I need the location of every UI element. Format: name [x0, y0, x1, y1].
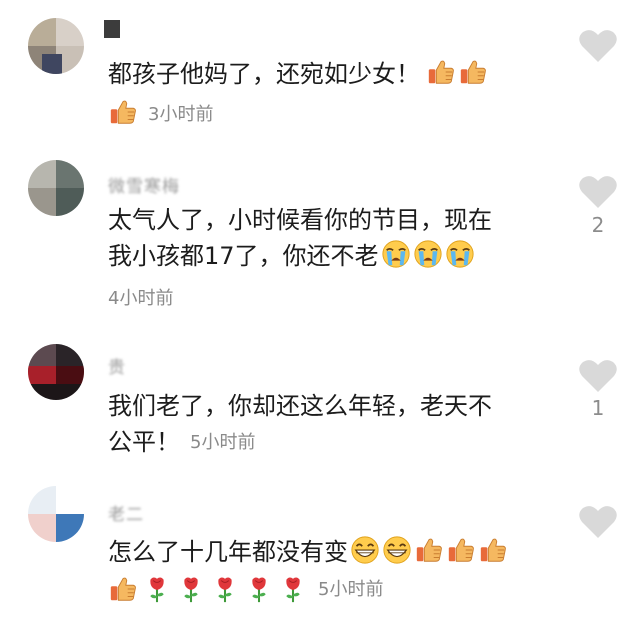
avatar[interactable] [28, 18, 84, 74]
thumbs-up-icon [458, 57, 488, 87]
avatar[interactable] [28, 160, 84, 216]
username-blurred [104, 20, 120, 38]
thumbs-up-icon [478, 535, 508, 565]
heart-icon[interactable] [578, 174, 618, 210]
comment-text: 都孩子他妈了，还宛如少女！ [108, 56, 548, 92]
heart-icon[interactable] [578, 28, 618, 64]
like-count: 1 [591, 396, 605, 420]
rose-icon [176, 574, 206, 604]
avatar[interactable] [28, 344, 84, 400]
comment-time: 5小时前 [318, 579, 384, 600]
like-count: 2 [591, 213, 605, 237]
grinning-face-icon [382, 535, 412, 565]
comment-text: 怎么了十几年都没有变 [108, 534, 548, 570]
comment-text: 我们老了，你却还这么年轻，老天不 公平！ 5小时前 [108, 392, 492, 456]
thumbs-up-icon [446, 535, 476, 565]
comment-time: 5小时前 [190, 432, 256, 453]
rose-icon [142, 574, 172, 604]
rose-icon [244, 574, 274, 604]
rose-icon [278, 574, 308, 604]
rose-icon [210, 574, 240, 604]
heart-icon[interactable] [578, 358, 618, 394]
username[interactable]: 微雪寒梅 [108, 172, 180, 197]
crying-face-icon [381, 239, 411, 269]
crying-face-icon [413, 239, 443, 269]
avatar[interactable] [28, 486, 84, 542]
thumbs-up-icon [414, 535, 444, 565]
emoji-row: 5小时前 [108, 574, 383, 604]
comment-time: 3小时前 [148, 104, 214, 125]
thumbs-up-icon [108, 574, 138, 604]
username[interactable]: 贵 [108, 353, 126, 378]
crying-face-icon [445, 239, 475, 269]
comment-time: 4小时前 [108, 288, 174, 309]
comment-text: 太气人了，小时候看你的节目，现在 我小孩都17了，你还不老 [108, 206, 492, 270]
thumbs-up-icon [108, 97, 138, 127]
thumbs-up-icon [426, 57, 456, 87]
heart-icon[interactable] [578, 504, 618, 540]
username[interactable]: 老二 [108, 500, 144, 525]
grinning-face-icon [350, 535, 380, 565]
